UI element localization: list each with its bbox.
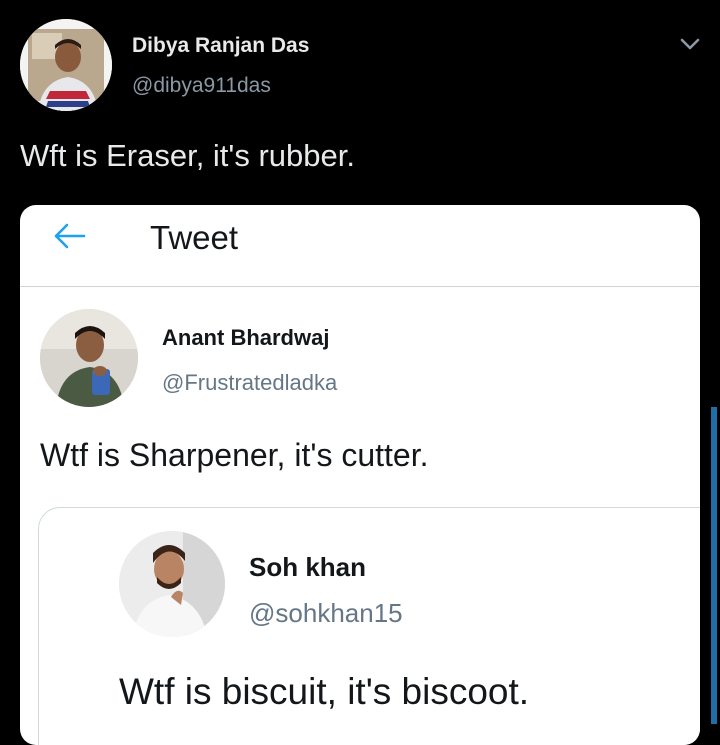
chevron-down-icon[interactable] [676,30,704,58]
outer-author-handle[interactable]: @dibya911das [132,74,271,98]
tweet-author-avatar[interactable] [40,309,138,407]
back-arrow-icon[interactable] [52,221,88,251]
avatar-photo [119,531,225,637]
outer-tweet-text: Wft is Eraser, it's rubber. [20,138,355,173]
avatar-photo [40,309,138,407]
screenshot-header: Tweet [20,205,700,287]
quoted-tweet-text: Wtf is biscuit, it's biscoot. [119,671,530,712]
outer-author-name[interactable]: Dibya Ranjan Das [132,34,309,58]
tweet-author-handle[interactable]: @Frustratedladka [162,370,337,396]
quoted-tweet[interactable]: Soh khan @sohkhan15 Wtf is biscuit, it's… [38,507,700,745]
quoted-author-name[interactable]: Soh khan [249,552,366,583]
tweet-author-name[interactable]: Anant Bhardwaj [162,325,329,351]
quoted-author-avatar[interactable] [119,531,225,637]
screenshot-header-title: Tweet [150,219,239,256]
embedded-screenshot[interactable]: Tweet Anant Bhardwaj @Frustratedladka Wt… [20,205,700,745]
avatar-photo [20,19,112,111]
scrollbar[interactable] [711,407,717,724]
quoted-author-handle[interactable]: @sohkhan15 [249,598,403,629]
outer-author-avatar[interactable] [20,19,112,111]
tweet-text: Wtf is Sharpener, it's cutter. [40,437,429,473]
